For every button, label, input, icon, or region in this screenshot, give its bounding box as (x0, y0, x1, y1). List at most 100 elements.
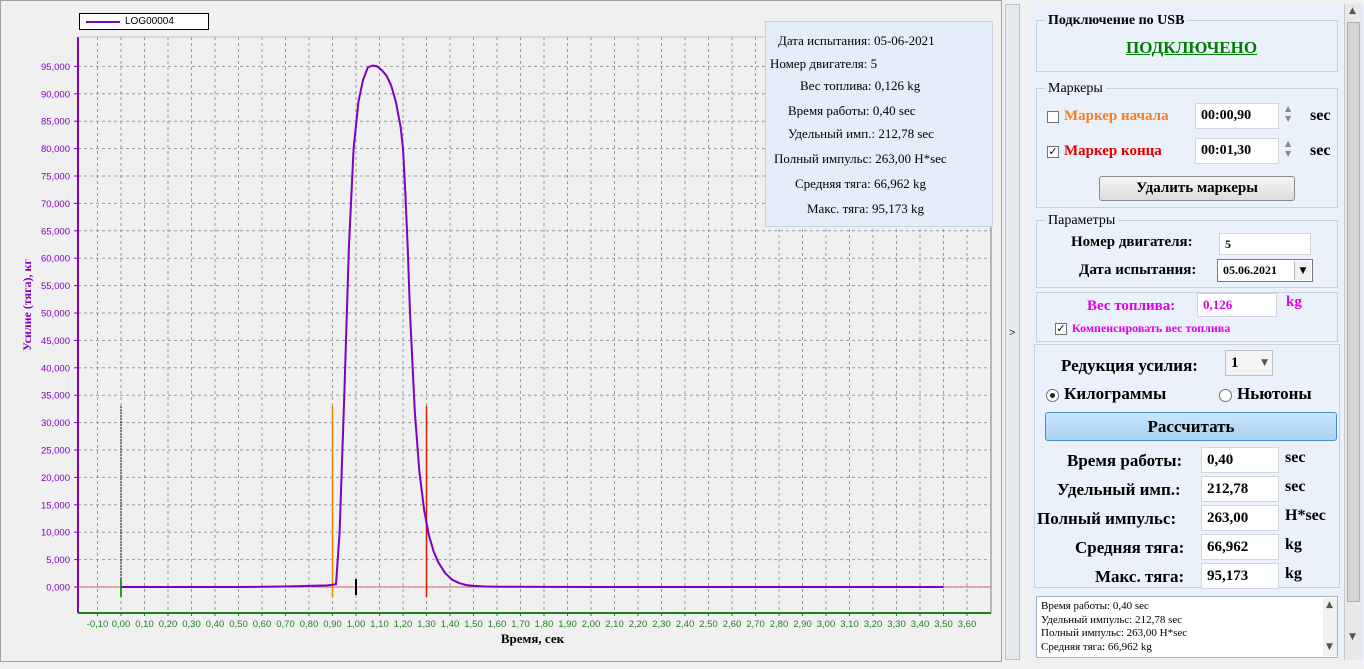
legend-swatch (86, 21, 120, 23)
y-tick-label: 20,000 (41, 473, 70, 484)
panel-scrollbar[interactable]: ▲ ▼ (1344, 4, 1362, 660)
x-tick-label: 3,00 (817, 619, 836, 630)
start-marker-checkbox[interactable] (1047, 111, 1059, 123)
x-tick-label: 1,00 (347, 619, 366, 630)
test-date-picker[interactable]: 05.06.2021 ▼ (1217, 259, 1313, 282)
y-tick-label: 90,000 (41, 89, 70, 100)
newtons-radio[interactable] (1219, 389, 1232, 402)
start-marker-label: Маркер начала (1064, 108, 1169, 124)
x-tick-label: 0,80 (300, 619, 319, 630)
kilograms-radio[interactable] (1046, 389, 1059, 402)
results-scrollbar[interactable]: ▲ ▼ (1323, 598, 1337, 656)
x-tick-label: 3,10 (840, 619, 859, 630)
fuel-group: Вес топлива: 0,126 kg ✓ Компенсировать в… (1036, 292, 1338, 342)
compensate-fuel-checkbox[interactable]: ✓ (1055, 323, 1067, 335)
info-test-date: Дата испытания: 05-06-2021 (778, 33, 935, 48)
legend-label: LOG00004 (125, 16, 174, 27)
newtons-label: Ньютоны (1237, 384, 1312, 403)
test-date-label: Дата испытания: (1079, 262, 1197, 278)
y-tick-label: 0,000 (46, 583, 70, 594)
fuel-weight-field[interactable]: 0,126 (1197, 293, 1277, 317)
burn-time-unit: sec (1285, 449, 1306, 466)
burn-time-field[interactable]: 0,40 (1201, 447, 1279, 473)
x-tick-label: 2,60 (723, 619, 742, 630)
y-tick-label: 15,000 (41, 500, 70, 511)
calc-group: Редукция усилия: 1 ▼ Килограммы Ньютоны … (1034, 344, 1340, 589)
x-tick-label: 2,50 (699, 619, 718, 630)
results-line-2: Удельный импульс: 212,78 sec (1041, 613, 1183, 626)
y-tick-label: 25,000 (41, 446, 70, 457)
scroll-up-icon[interactable]: ▲ (1349, 6, 1356, 16)
markers-group-title: Маркеры (1045, 81, 1106, 97)
x-axis-title: Время, сек (501, 631, 565, 646)
delete-markers-button[interactable]: Удалить маркеры (1099, 176, 1295, 201)
fuel-weight-unit: kg (1286, 294, 1302, 310)
y-tick-label: 40,000 (41, 363, 70, 374)
x-tick-label: 1,40 (441, 619, 460, 630)
y-tick-label: 50,000 (41, 309, 70, 320)
total-impulse-label: Полный импульс: (1037, 509, 1177, 528)
end-marker-time-field[interactable]: 00:01,30 (1195, 138, 1279, 164)
y-tick-label: 65,000 (41, 226, 70, 237)
reduction-select[interactable]: 1 ▼ (1225, 350, 1273, 376)
x-tick-label: 1,50 (464, 619, 483, 630)
end-marker-checkbox[interactable]: ✓ (1047, 146, 1059, 158)
engine-number-field[interactable]: 5 (1219, 233, 1311, 255)
calendar-dropdown-icon[interactable]: ▼ (1294, 261, 1311, 280)
end-marker-spinner-icon[interactable]: ▲ ▼ (1285, 139, 1295, 159)
results-textbox[interactable]: Время работы: 0,40 sec Удельный импульс:… (1036, 596, 1338, 658)
y-tick-label: 55,000 (41, 281, 70, 292)
max-thrust-field[interactable]: 95,173 (1201, 563, 1279, 589)
x-tick-label: 0,30 (182, 619, 201, 630)
start-marker-spinner-icon[interactable]: ▲ ▼ (1285, 104, 1295, 124)
x-tick-label: 2,30 (652, 619, 671, 630)
specific-impulse-field[interactable]: 212,78 (1201, 476, 1279, 502)
x-tick-label: 0,00 (112, 619, 131, 630)
x-tick-label: 2,20 (629, 619, 648, 630)
reduction-value: 1 (1231, 355, 1239, 371)
y-tick-label: 60,000 (41, 254, 70, 265)
x-tick-label: 1,70 (511, 619, 530, 630)
y-tick-label: 95,000 (41, 62, 70, 73)
y-tick-label: 85,000 (41, 117, 70, 128)
x-tick-label: 2,40 (676, 619, 695, 630)
chart-panel[interactable]: -0,10 0,00 0,10 0,20 0,30 0,40 0,50 0,60 0,70 0,8… (0, 0, 1002, 662)
usb-status: ПОДКЛЮЧЕНО (1126, 38, 1258, 57)
average-thrust-field[interactable]: 66,962 (1201, 534, 1279, 560)
info-average-thrust: Средняя тяга: 66,962 kg (795, 176, 927, 191)
x-tick-label: 3,60 (958, 619, 977, 630)
x-tick-label: 1,60 (488, 619, 507, 630)
results-line-1: Время работы: 0,40 sec (1041, 600, 1149, 612)
panel-splitter-toggle[interactable]: > (1005, 4, 1020, 660)
reduction-label: Редукция усилия: (1061, 356, 1198, 375)
kilograms-label: Килограммы (1064, 384, 1167, 403)
calculate-button[interactable]: Рассчитать (1045, 412, 1337, 441)
chart-info-box: Дата испытания: 05-06-2021 Номер двигате… (765, 21, 993, 227)
end-marker-unit: sec (1310, 142, 1331, 159)
total-impulse-field[interactable]: 263,00 (1201, 505, 1279, 531)
start-marker-unit: sec (1310, 107, 1331, 124)
info-burn-time: Время работы: 0,40 sec (788, 103, 916, 118)
y-tick-label: 30,000 (41, 418, 70, 429)
usb-group-title: Подключение по USB (1045, 13, 1188, 29)
x-tick-label: 1,30 (417, 619, 436, 630)
start-marker-time-field[interactable]: 00:00,90 (1195, 103, 1279, 129)
results-line-3: Полный импульс: 263,00 H*sec (1041, 627, 1188, 639)
compensate-fuel-label: Компенсировать вес топлива (1072, 321, 1231, 335)
average-thrust-label: Средняя тяга: (1075, 538, 1185, 557)
specific-impulse-label: Удельный имп.: (1057, 480, 1181, 499)
scroll-thumb[interactable] (1347, 22, 1360, 602)
y-tick-label: 75,000 (41, 172, 70, 183)
scroll-up-icon[interactable]: ▲ (1326, 600, 1333, 610)
fuel-weight-label: Вес топлива: (1087, 298, 1176, 314)
test-date-value: 05.06.2021 (1223, 263, 1277, 277)
scroll-down-icon[interactable]: ▼ (1326, 642, 1333, 652)
scroll-down-icon[interactable]: ▼ (1349, 632, 1356, 642)
y-tick-label: 35,000 (41, 391, 70, 402)
x-tick-label: 0,20 (159, 619, 178, 630)
reduction-dropdown-icon[interactable]: ▼ (1261, 351, 1268, 375)
x-tick-label: 3,20 (864, 619, 883, 630)
usb-group: Подключение по USB ПОДКЛЮЧЕНО (1036, 13, 1338, 72)
end-marker-label: Маркер конца (1064, 143, 1162, 159)
info-engine-number: Номер двигателя: 5 (770, 56, 878, 71)
